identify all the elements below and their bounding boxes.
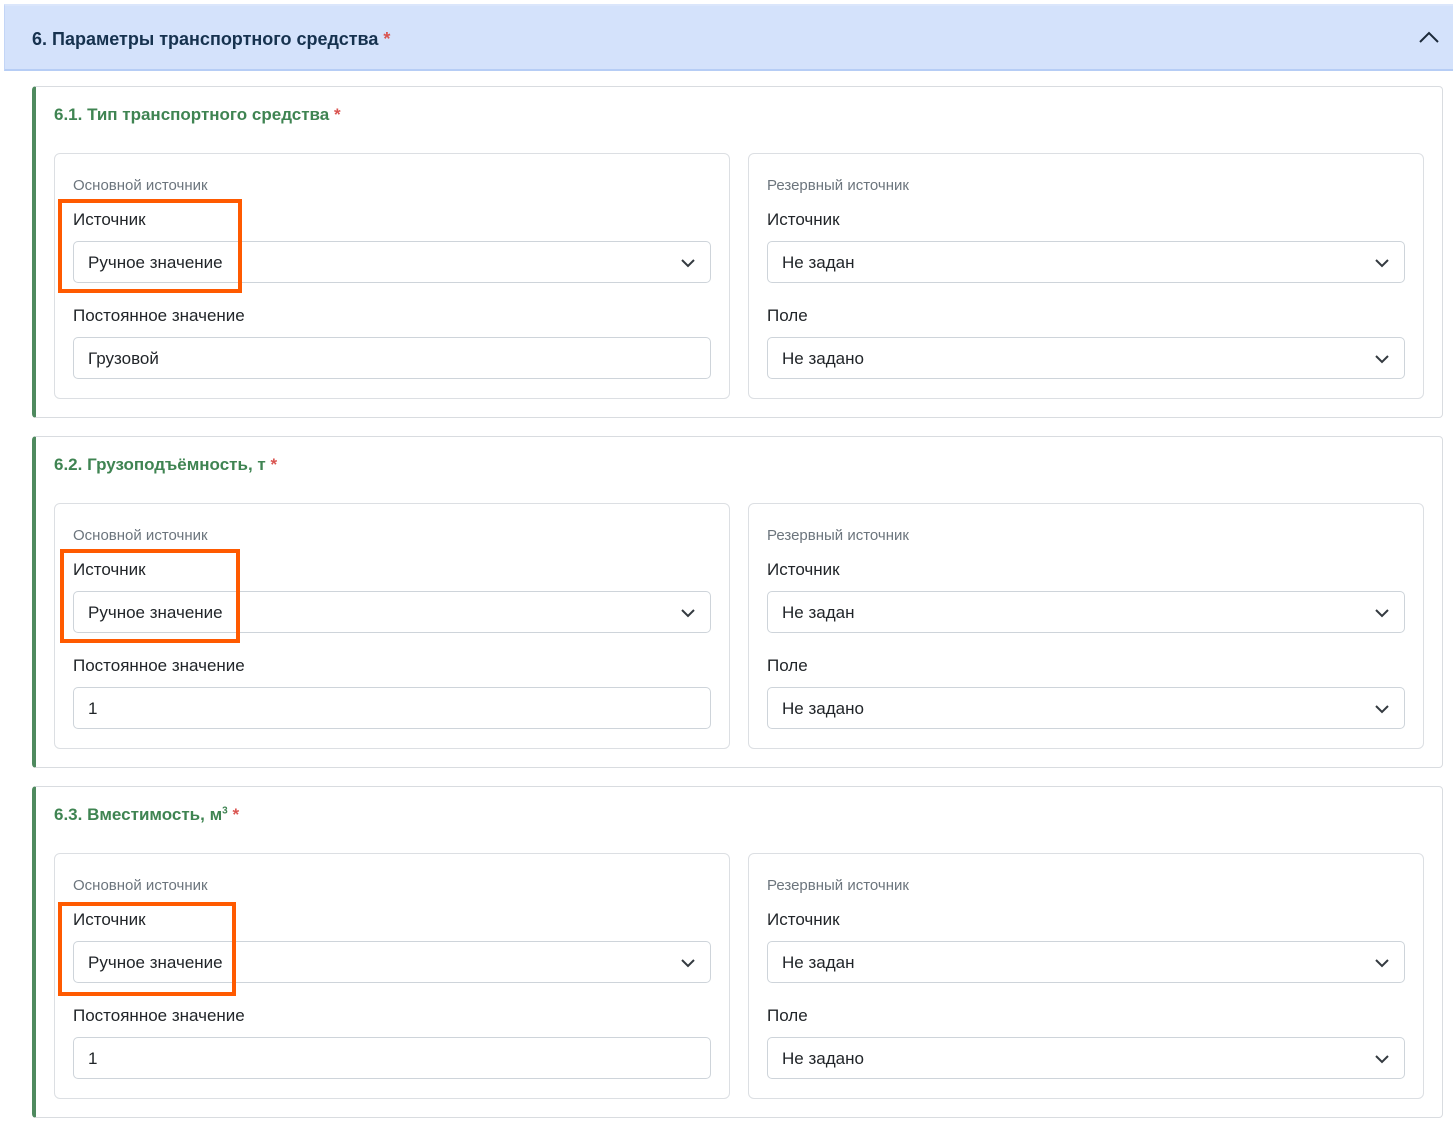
backup-source-panel: Резервный источник Источник Не задан Пол… (748, 153, 1424, 399)
chevron-down-icon (1375, 609, 1389, 618)
backup-source-select-value: Не задан (782, 603, 855, 622)
chevron-down-icon (1375, 259, 1389, 268)
card-title: 6.2. Грузоподъёмность, т * (54, 455, 278, 474)
primary-source-panel: Основной источник Источник Ручное значен… (54, 503, 730, 749)
card-title: 6.3. Вместимость, м3 * (54, 805, 240, 824)
field-label: Поле (767, 306, 808, 325)
chevron-down-icon (681, 959, 695, 968)
backup-source-panel: Резервный источник Источник Не задан Пол… (748, 503, 1424, 749)
source-select[interactable]: Ручное значение (73, 941, 711, 983)
chevron-up-icon[interactable] (1417, 26, 1441, 50)
primary-source-panel: Основной источник Источник Ручное значен… (54, 153, 730, 399)
constant-value-input[interactable]: 1 (73, 1037, 711, 1079)
chevron-down-icon (1375, 705, 1389, 714)
field-select[interactable]: Не задано (767, 337, 1405, 379)
source-label: Источник (767, 560, 840, 579)
source-label: Источник (73, 210, 146, 229)
required-mark: * (270, 455, 278, 474)
constant-value-text: Грузовой (88, 349, 159, 368)
field-select-value: Не задано (782, 349, 864, 368)
field-select[interactable]: Не задано (767, 1037, 1405, 1079)
panel-heading: Резервный источник (767, 877, 909, 894)
panel-heading: Основной источник (73, 877, 208, 894)
panel-heading: Основной источник (73, 527, 208, 544)
card-title: 6.1. Тип транспортного средства * (54, 105, 341, 124)
field-label: Поле (767, 656, 808, 675)
param-card-load-capacity: 6.2. Грузоподъёмность, т * Основной исто… (32, 436, 1443, 768)
required-mark: * (383, 29, 391, 49)
backup-source-select-value: Не задан (782, 253, 855, 272)
field-label: Поле (767, 1006, 808, 1025)
constant-value-input[interactable]: Грузовой (73, 337, 711, 379)
section-header[interactable]: 6. Параметры транспортного средства * (4, 4, 1453, 71)
source-select[interactable]: Ручное значение (73, 241, 711, 283)
constant-value-label: Постоянное значение (73, 306, 245, 325)
field-select[interactable]: Не задано (767, 687, 1405, 729)
chevron-down-icon (1375, 959, 1389, 968)
chevron-down-icon (1375, 355, 1389, 364)
field-select-value: Не задано (782, 1049, 864, 1068)
backup-source-select[interactable]: Не задан (767, 591, 1405, 633)
param-card-vehicle-type: 6.1. Тип транспортного средства * Основн… (32, 86, 1443, 418)
field-select-value: Не задано (782, 699, 864, 718)
required-mark: * (232, 805, 240, 824)
source-label: Источник (767, 210, 840, 229)
source-label: Источник (767, 910, 840, 929)
backup-source-panel: Резервный источник Источник Не задан Пол… (748, 853, 1424, 1099)
required-mark: * (333, 105, 341, 124)
panel-heading: Резервный источник (767, 527, 909, 544)
chevron-down-icon (1375, 1055, 1389, 1064)
chevron-down-icon (681, 609, 695, 618)
backup-source-select[interactable]: Не задан (767, 941, 1405, 983)
source-select-value: Ручное значение (88, 253, 223, 272)
source-label: Источник (73, 910, 146, 929)
source-select[interactable]: Ручное значение (73, 591, 711, 633)
constant-value-label: Постоянное значение (73, 1006, 245, 1025)
primary-source-panel: Основной источник Источник Ручное значен… (54, 853, 730, 1099)
param-card-volume: 6.3. Вместимость, м3 * Основной источник… (32, 786, 1443, 1118)
constant-value-label: Постоянное значение (73, 656, 245, 675)
chevron-down-icon (681, 259, 695, 268)
backup-source-select-value: Не задан (782, 953, 855, 972)
constant-value-text: 1 (88, 1049, 98, 1068)
backup-source-select[interactable]: Не задан (767, 241, 1405, 283)
constant-value-text: 1 (88, 699, 98, 718)
panel-heading: Основной источник (73, 177, 208, 194)
source-label: Источник (73, 560, 146, 579)
source-select-value: Ручное значение (88, 603, 223, 622)
section-title: 6. Параметры транспортного средства * (32, 29, 391, 49)
source-select-value: Ручное значение (88, 953, 223, 972)
panel-heading: Резервный источник (767, 177, 909, 194)
constant-value-input[interactable]: 1 (73, 687, 711, 729)
